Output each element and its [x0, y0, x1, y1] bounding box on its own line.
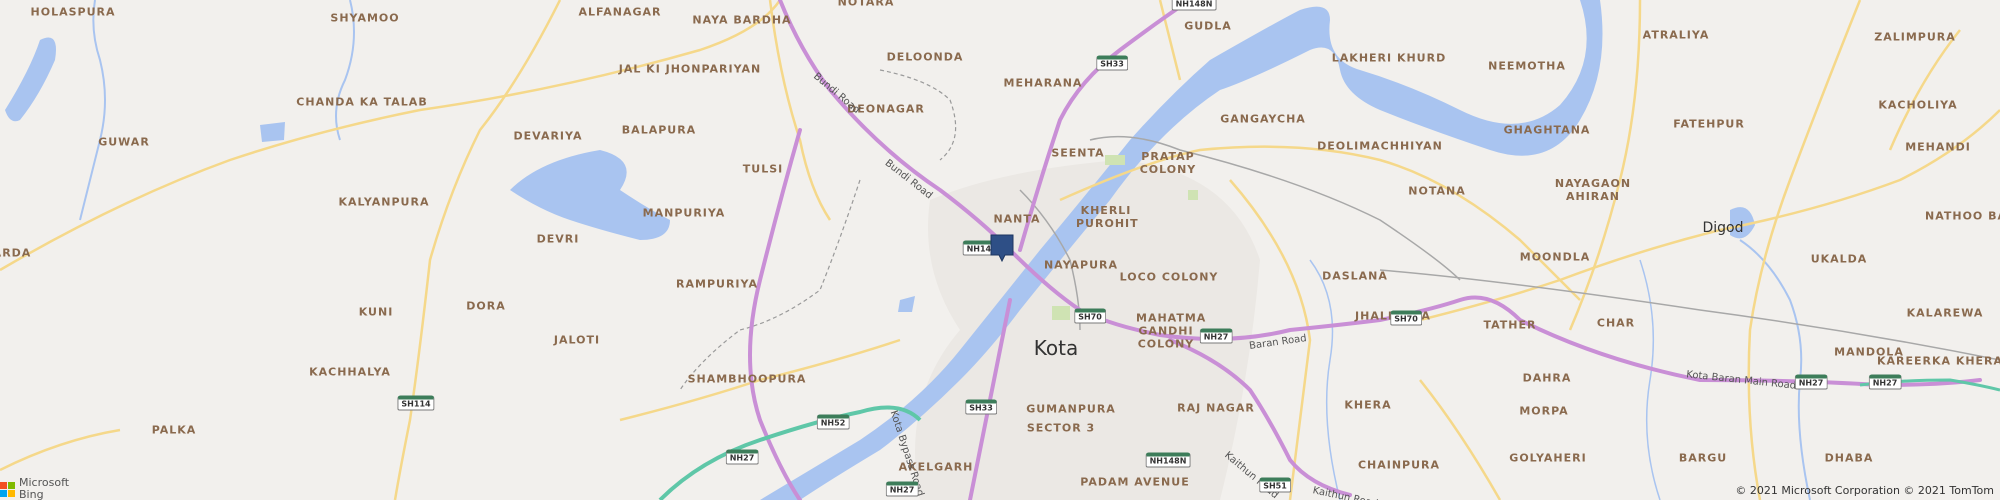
city-label: Kota [1033, 336, 1079, 360]
place-label: ZALIMPURA [1874, 30, 1956, 44]
place-label: KAREERKA KHERA [1876, 354, 2000, 368]
location-pin-icon[interactable] [990, 234, 1014, 262]
route-shield: SH51 [1259, 477, 1291, 493]
place-label: TATHER [1483, 318, 1537, 332]
map-canvas[interactable]: HOLASPURA SHYAMOO ALFANAGAR NAYA BARDHA … [0, 0, 2000, 500]
place-label: BALAPURA [621, 123, 697, 137]
place-label: MEHARANA [1003, 76, 1083, 90]
place-label: KALAREWA [1906, 306, 1984, 320]
route-shield: SH70 [1390, 310, 1422, 326]
place-label: LOCO COLONY [1119, 270, 1219, 284]
bing-brand: Microsoft Bing [0, 477, 69, 500]
place-label: ATRALIYA [1642, 28, 1710, 42]
place-label: MEHANDI [1905, 140, 1971, 154]
route-shield: SH33 [1096, 55, 1128, 71]
route-shield: NH27 [1868, 374, 1902, 390]
place-label: KHERA [1344, 398, 1392, 412]
place-label: ALFANAGAR [578, 5, 662, 19]
place-label: GHAGHTANA [1503, 123, 1591, 137]
place-label: NAYA BARDHA [692, 13, 792, 27]
place-label: SHYAMOO [330, 11, 400, 25]
place-label: UKALDA [1810, 252, 1868, 266]
route-shield: NH148N [1171, 0, 1217, 11]
place-label: GUMANPURA [1026, 402, 1116, 416]
place-label: NOTANA [1408, 184, 1466, 198]
place-label: GOLYAHERI [1509, 451, 1587, 465]
microsoft-logo-icon [0, 481, 15, 497]
place-label: NEEMOTHA [1488, 59, 1566, 73]
place-label: KALYANPURA [338, 195, 430, 209]
place-label: CHAINPURA [1357, 458, 1441, 472]
place-label: PADAM AVENUE [1080, 475, 1190, 489]
place-label: DASLANA [1322, 269, 1388, 283]
place-label: GUDLA [1184, 19, 1232, 33]
place-label: NAYAGAON AHIRAN [1554, 177, 1632, 203]
place-label: PRATAP COLONY [1139, 150, 1197, 176]
route-shield: NH52 [816, 414, 850, 430]
place-label: KACHHALYA [309, 365, 391, 379]
place-label: CHANDA KA TALAB [296, 95, 428, 109]
place-label: NOTARA [837, 0, 895, 9]
place-label: CHAR [1596, 316, 1636, 330]
place-label: SECTOR 3 [1026, 421, 1096, 435]
place-label: NATHOO BA [1924, 209, 2000, 223]
place-label: KUNI [358, 305, 394, 319]
place-label: MORPA [1519, 404, 1569, 418]
place-label: GUWAR [98, 135, 150, 149]
town-label: Digod [1702, 220, 1744, 236]
place-label: PALKA [151, 423, 197, 437]
place-label: ARDA [0, 246, 32, 260]
route-shield: NH27 [1794, 374, 1828, 390]
route-shield: SH33 [965, 399, 997, 415]
place-label: DEVRI [536, 232, 580, 246]
route-shield: NH148N [1145, 452, 1191, 468]
place-label: LAKHERI KHURD [1331, 51, 1447, 65]
route-shield: SH70 [1074, 308, 1106, 324]
place-label: DORA [466, 299, 506, 313]
route-shield: NH27 [885, 481, 919, 497]
place-label: FATEHPUR [1673, 117, 1745, 131]
place-label: DEOLIMACHHIYAN [1317, 139, 1443, 153]
place-label: DHABA [1824, 451, 1874, 465]
copyright-text: © 2021 Microsoft Corporation © 2021 TomT… [1735, 484, 1994, 497]
place-label: DEVARIYA [513, 129, 583, 143]
place-label: GANGAYCHA [1220, 112, 1306, 126]
place-label: MAHATMA GANDHI COLONY [1136, 311, 1207, 351]
brand-line-2: Bing [19, 488, 44, 500]
place-label: MANPURIYA [642, 206, 726, 220]
place-label: SHAMBHOOPURA [687, 372, 807, 386]
place-label: HOLASPURA [30, 5, 116, 19]
place-label: BARGU [1678, 451, 1728, 465]
place-label: DELOONDA [886, 50, 964, 64]
place-label: SEENTA [1051, 146, 1105, 160]
place-label: NAYAPURA [1043, 258, 1119, 272]
place-label: MOONDLA [1519, 250, 1591, 264]
route-shield: NH27 [725, 449, 759, 465]
place-label: JALOTI [553, 333, 601, 347]
place-label: KACHOLIYA [1878, 98, 1958, 112]
route-shield: SH114 [397, 395, 435, 411]
route-shield: NH27 [1199, 328, 1233, 344]
place-label: DAHRA [1522, 371, 1572, 385]
place-label: KHERLI PUROHIT [1076, 204, 1139, 230]
place-label: RAMPURIYA [676, 277, 758, 291]
place-label: RAJ NAGAR [1177, 401, 1255, 415]
place-label: NANTA [993, 212, 1041, 226]
place-label: TULSI [742, 162, 784, 176]
place-label: JAL KI JHONPARIYAN [618, 62, 762, 76]
